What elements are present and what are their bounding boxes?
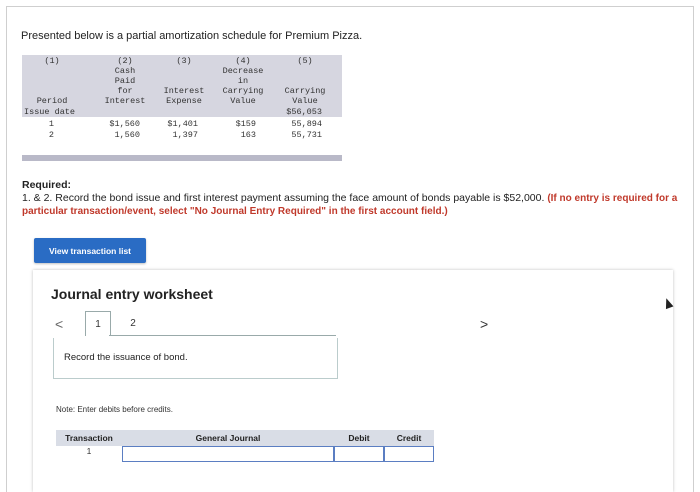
row-2-cash: 1,560	[114, 130, 140, 140]
row-number: 1	[86, 446, 92, 456]
header-period: Period	[36, 96, 68, 106]
general-journal-input[interactable]	[122, 446, 334, 462]
required-title: Required:	[22, 179, 72, 191]
row-1-interest: $1,401	[167, 119, 198, 129]
row-1-cash: $1,560	[109, 119, 140, 129]
required-body: 1. & 2. Record the bond issue and first …	[22, 192, 545, 204]
chevron-left-icon[interactable]: <	[55, 316, 63, 332]
row-2-period: 2	[48, 130, 54, 140]
tab-underline	[109, 335, 336, 336]
debit-credit-note: Note: Enter debits before credits.	[56, 405, 173, 414]
header-carrying: Carrying	[222, 86, 264, 96]
record-instruction-box: Record the issuance of bond.	[53, 338, 338, 379]
col-general-journal: General Journal	[122, 430, 335, 446]
header-in: in	[237, 76, 249, 86]
col-number-3: (3)	[176, 56, 192, 66]
row-1-period: 1	[48, 119, 54, 129]
row-issue-period: Issue date	[24, 107, 76, 117]
col-number-2: (2)	[117, 56, 133, 66]
header-value: Value	[230, 96, 256, 106]
header-paid: Paid	[114, 76, 136, 86]
row-2-interest: 1,397	[172, 130, 198, 140]
worksheet-title: Journal entry worksheet	[51, 286, 213, 302]
amortization-schedule: (1) (2) (3) (4) (5) Cash Paid for Intere…	[22, 55, 342, 161]
record-instruction: Record the issuance of bond.	[64, 352, 188, 363]
view-transaction-list-button[interactable]: View transaction list	[34, 238, 146, 263]
header-interest: Interest	[104, 96, 146, 106]
col-transaction: Transaction	[56, 430, 123, 446]
required-text: 1. & 2. Record the bond issue and first …	[22, 192, 682, 218]
schedule-footer-band	[22, 155, 342, 161]
chevron-right-icon[interactable]: >	[480, 316, 488, 332]
tab-1[interactable]: 1	[85, 311, 111, 336]
tab-2[interactable]: 2	[121, 311, 145, 335]
header-carrying-2: Carrying	[284, 86, 326, 96]
header-interest-2: Interest	[163, 86, 205, 96]
col-number-5: (5)	[297, 56, 313, 66]
col-debit: Debit	[334, 430, 385, 446]
row-2-decrease: 163	[240, 130, 256, 140]
row-1-carrying: 55,894	[291, 119, 322, 129]
header-for: for	[117, 86, 133, 96]
intro-text: Presented below is a partial amortizatio…	[21, 30, 363, 42]
row-issue-carrying: $56,053	[286, 107, 322, 117]
header-cash: Cash	[114, 66, 136, 76]
header-decrease: Decrease	[222, 66, 264, 76]
row-2-carrying: 55,731	[291, 130, 322, 140]
journal-entry-worksheet: Journal entry worksheet < > 1 2 Record t…	[33, 270, 673, 492]
col-number-4: (4)	[235, 56, 251, 66]
required-section: Required: 1. & 2. Record the bond issue …	[22, 179, 682, 218]
credit-input[interactable]	[384, 446, 434, 462]
debit-input[interactable]	[334, 446, 384, 462]
row-1-decrease: $159	[235, 119, 256, 129]
header-expense: Expense	[166, 96, 202, 106]
header-value-2: Value	[292, 96, 318, 106]
col-number-1: (1)	[44, 56, 60, 66]
col-credit: Credit	[384, 430, 435, 446]
